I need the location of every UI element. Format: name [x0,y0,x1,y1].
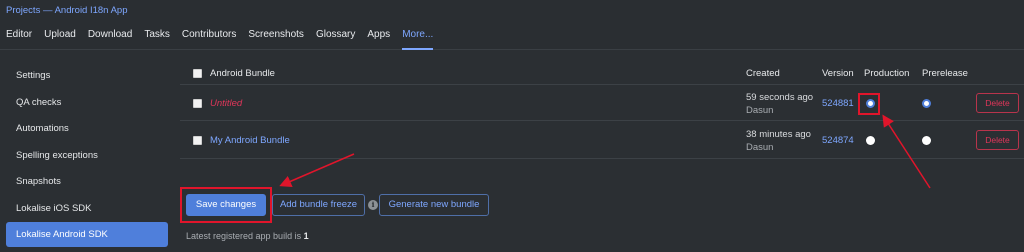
created-author: Dasun [746,142,774,153]
created-author: Dasun [746,105,774,116]
select-all-checkbox[interactable] [193,69,202,78]
delete-button[interactable]: Delete [976,93,1019,113]
sidebar-item-qa-checks[interactable]: QA checks [6,90,168,115]
annotation-highlight-production [858,93,880,115]
add-bundle-freeze-button[interactable]: Add bundle freeze [272,194,365,216]
top-bar: Projects — Android I18n App Editor Uploa… [0,0,1024,50]
project-tabs: Editor Upload Download Tasks Contributor… [6,29,445,50]
created-time: 38 minutes ago [746,129,811,140]
table-row: My Android Bundle 38 minutes ago Dasun 5… [180,122,1024,159]
tab-upload[interactable]: Upload [44,29,76,50]
bundles-table-header: Android Bundle Created Version Productio… [180,63,1024,85]
breadcrumb: Projects — Android I18n App [6,5,128,16]
tab-apps[interactable]: Apps [367,29,390,50]
delete-button[interactable]: Delete [976,130,1019,150]
tab-contributors[interactable]: Contributors [182,29,236,50]
sidebar-item-automations[interactable]: Automations [6,116,168,141]
sidebar-item-spelling-exceptions[interactable]: Spelling exceptions [6,143,168,168]
tab-editor[interactable]: Editor [6,29,32,50]
column-header-version: Version [822,68,854,79]
created-time: 59 seconds ago [746,92,814,103]
bundle-name-link[interactable]: My Android Bundle [210,135,290,146]
production-radio[interactable] [866,136,875,145]
tab-glossary[interactable]: Glossary [316,29,355,50]
table-row: Untitled 59 seconds ago Dasun 524881 Del… [180,86,1024,121]
sidebar-item-settings[interactable]: Settings [6,63,168,88]
sidebar-item-android-sdk[interactable]: Lokalise Android SDK [6,222,168,247]
tab-screenshots[interactable]: Screenshots [248,29,304,50]
latest-build-note: Latest registered app build is 1 [186,231,309,241]
sidebar-item-snapshots[interactable]: Snapshots [6,169,168,194]
settings-sidebar: Settings QA checks Automations Spelling … [0,51,180,252]
prerelease-radio[interactable] [922,99,931,108]
bundle-name-link[interactable]: Untitled [210,98,242,109]
latest-build-label: Latest registered app build is [186,231,302,241]
annotation-highlight-save [180,187,272,223]
latest-build-number: 1 [303,231,309,241]
info-icon[interactable]: i [368,200,378,210]
breadcrumb-projects-link[interactable]: Projects [6,5,40,16]
column-header-prerelease: Prerelease [922,68,968,79]
tab-download[interactable]: Download [88,29,132,50]
bundle-version-link[interactable]: 524881 [822,98,854,109]
generate-bundle-button[interactable]: Generate new bundle [379,194,489,216]
row-checkbox[interactable] [193,136,202,145]
column-header-bundle: Android Bundle [210,68,275,79]
android-sdk-panel: Android Bundle Created Version Productio… [180,51,1024,252]
breadcrumb-separator: — [40,5,55,16]
tab-tasks[interactable]: Tasks [144,29,170,50]
column-header-production: Production [864,68,910,79]
prerelease-radio[interactable] [922,136,931,145]
row-checkbox[interactable] [193,99,202,108]
column-header-created: Created [746,68,780,79]
bundle-version-link[interactable]: 524874 [822,135,854,146]
sidebar-item-ios-sdk[interactable]: Lokalise iOS SDK [6,196,168,221]
breadcrumb-project-link[interactable]: Android I18n App [55,5,128,16]
tab-more[interactable]: More... [402,29,434,50]
